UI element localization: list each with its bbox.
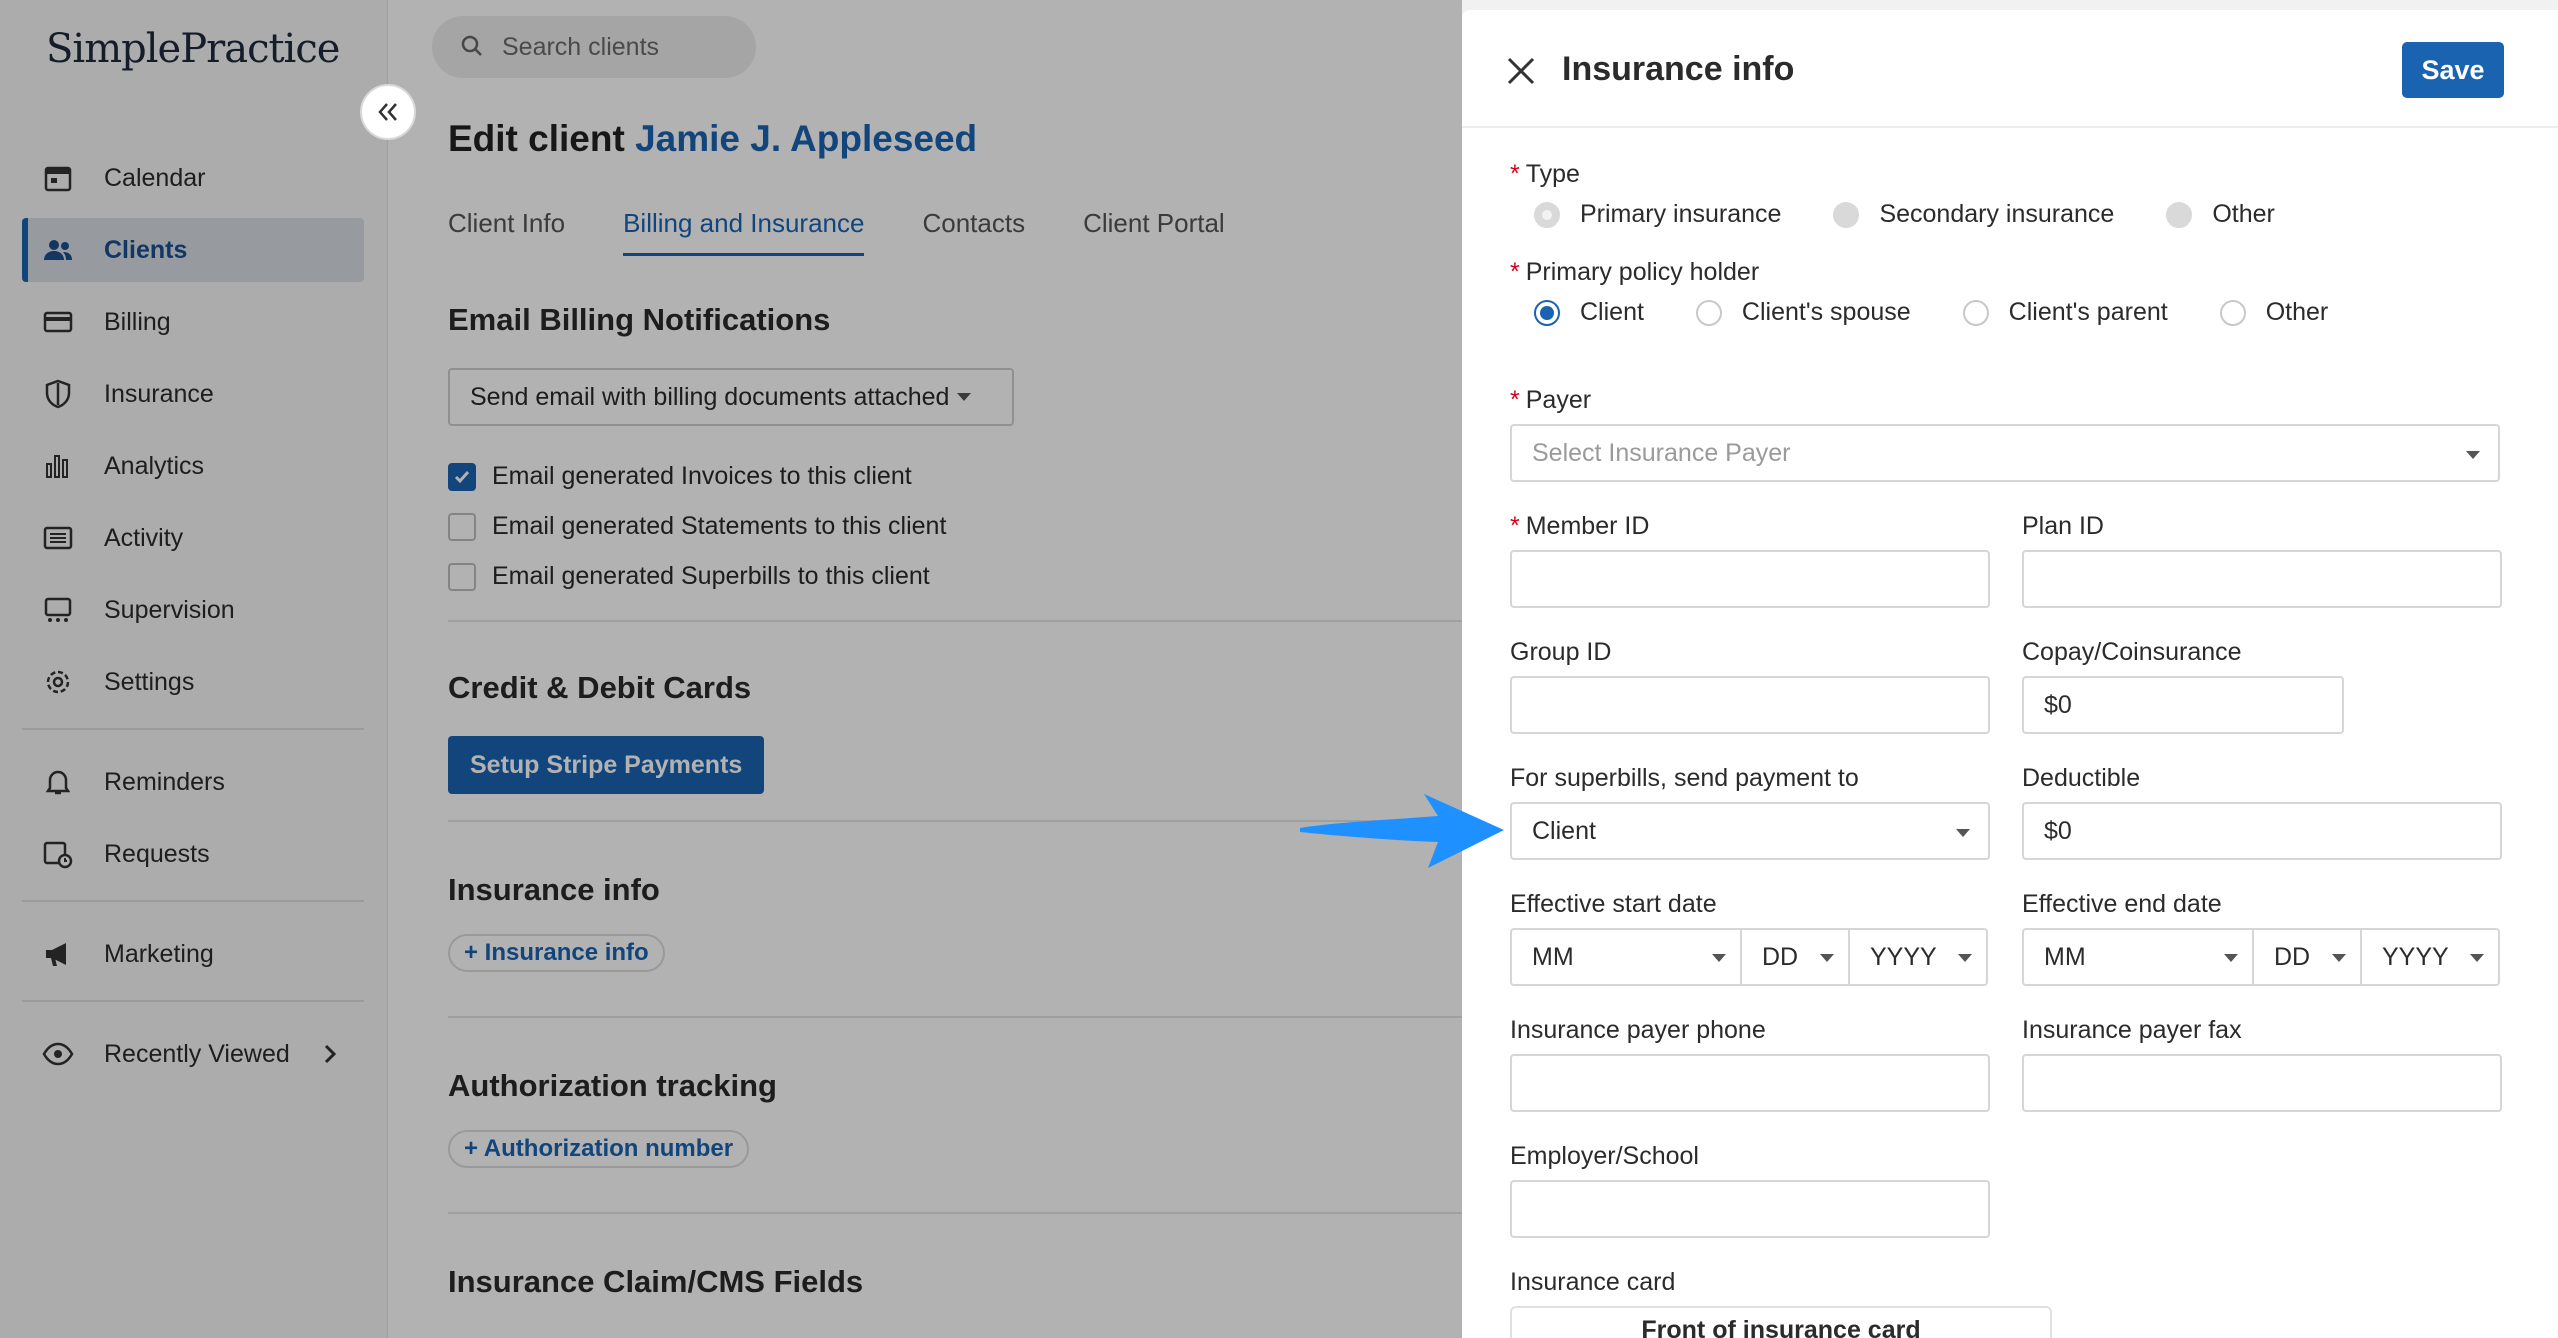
front-card-upload[interactable]: Front of insurance card bbox=[1510, 1306, 2052, 1338]
end-day-select[interactable]: DD bbox=[2254, 930, 2362, 984]
caret-down-icon bbox=[1956, 829, 1970, 837]
radio-holder-parent[interactable]: Client's parent bbox=[1962, 298, 2168, 327]
required-marker: * bbox=[1510, 386, 1520, 414]
member-id-label: * Member ID bbox=[1510, 512, 1649, 541]
start-date-picker: MM DD YYYY bbox=[1510, 928, 1988, 986]
radio-holder-spouse[interactable]: Client's spouse bbox=[1695, 298, 1911, 327]
radio-holder-client[interactable]: Client bbox=[1534, 298, 1644, 327]
start-month-select[interactable]: MM bbox=[1512, 930, 1742, 984]
radio-label: Primary insurance bbox=[1580, 200, 1782, 228]
employer-label: Employer/School bbox=[1510, 1142, 1699, 1170]
radio-holder-other[interactable]: Other bbox=[2219, 298, 2329, 327]
caret-down-icon bbox=[1712, 954, 1726, 962]
superbill-payment-value: Client bbox=[1532, 816, 1596, 845]
radio-label: Other bbox=[2212, 200, 2275, 228]
radio-button[interactable] bbox=[1962, 299, 1989, 326]
superbill-payment-select[interactable]: Client bbox=[1510, 802, 1990, 860]
superbill-label: For superbills, send payment to bbox=[1510, 764, 1859, 792]
end-date-picker: MM DD YYYY bbox=[2022, 928, 2500, 986]
radio-label: Client bbox=[1580, 298, 1644, 326]
copay-field[interactable]: $0 bbox=[2022, 676, 2344, 734]
radio-button[interactable] bbox=[2166, 201, 2193, 228]
day-value: DD bbox=[1762, 942, 1799, 971]
copay-label: Copay/Coinsurance bbox=[2022, 638, 2242, 666]
month-value: MM bbox=[1532, 942, 1574, 971]
required-marker: * bbox=[1510, 258, 1520, 286]
caret-down-icon bbox=[2224, 954, 2238, 962]
caret-down-icon bbox=[2332, 954, 2346, 962]
save-button[interactable]: Save bbox=[2402, 42, 2504, 98]
caret-down-icon bbox=[1958, 954, 1972, 962]
type-radio-group: Primary insurance Secondary insurance Ot… bbox=[1534, 200, 2327, 229]
radio-button[interactable] bbox=[1695, 299, 1722, 326]
radio-label: Client's spouse bbox=[1741, 298, 1911, 326]
end-month-select[interactable]: MM bbox=[2024, 930, 2254, 984]
radio-label: Other bbox=[2265, 298, 2329, 326]
day-value: DD bbox=[2274, 942, 2311, 971]
radio-primary-insurance[interactable]: Primary insurance bbox=[1534, 200, 1781, 229]
payer-label-text: Payer bbox=[1525, 386, 1592, 414]
collapse-sidebar-button[interactable] bbox=[360, 84, 416, 140]
radio-other-type[interactable]: Other bbox=[2166, 200, 2275, 229]
required-marker: * bbox=[1510, 160, 1520, 188]
policy-holder-radio-group: Client Client's spouse Client's parent O… bbox=[1534, 298, 2380, 327]
chevrons-left-icon bbox=[378, 103, 397, 121]
caret-down-icon bbox=[2470, 954, 2484, 962]
radio-secondary-insurance[interactable]: Secondary insurance bbox=[1833, 200, 2114, 229]
radio-button[interactable] bbox=[2219, 299, 2246, 326]
member-id-label-text: Member ID bbox=[1525, 512, 1650, 540]
plan-id-label: Plan ID bbox=[2022, 512, 2104, 540]
member-id-field[interactable] bbox=[1510, 550, 1990, 608]
end-date-label: Effective end date bbox=[2022, 890, 2222, 918]
year-value: YYYY bbox=[2382, 942, 2449, 971]
payer-phone-label: Insurance payer phone bbox=[1510, 1016, 1766, 1044]
plan-id-field[interactable] bbox=[2022, 550, 2502, 608]
start-year-select[interactable]: YYYY bbox=[1850, 930, 1986, 984]
insurance-info-drawer: Insurance info Save * Type Primary insura… bbox=[1462, 10, 2558, 1338]
radio-label: Secondary insurance bbox=[1879, 200, 2115, 228]
arrow-annotation-icon bbox=[1300, 794, 1504, 868]
payer-select[interactable]: Select Insurance Payer bbox=[1510, 424, 2500, 482]
payer-fax-label: Insurance payer fax bbox=[2022, 1016, 2242, 1044]
policy-holder-label-text: Primary policy holder bbox=[1525, 258, 1760, 286]
deductible-label: Deductible bbox=[2022, 764, 2141, 792]
radio-label: Client's parent bbox=[2008, 298, 2168, 326]
drawer-title: Insurance info bbox=[1562, 50, 1795, 88]
radio-button[interactable] bbox=[1833, 201, 1860, 228]
close-icon[interactable] bbox=[1504, 54, 1538, 88]
drawer-header: Insurance info Save bbox=[1462, 10, 2558, 128]
group-id-field[interactable] bbox=[1510, 676, 1990, 734]
end-year-select[interactable]: YYYY bbox=[2362, 930, 2498, 984]
policy-holder-label: * Primary policy holder bbox=[1510, 258, 1759, 287]
insurance-card-label: Insurance card bbox=[1510, 1268, 1676, 1296]
year-value: YYYY bbox=[1870, 942, 1937, 971]
start-date-label: Effective start date bbox=[1510, 890, 1717, 918]
payer-label: * Payer bbox=[1510, 386, 1591, 415]
radio-button[interactable] bbox=[1534, 299, 1560, 326]
payer-fax-field[interactable] bbox=[2022, 1054, 2502, 1112]
caret-down-icon bbox=[2466, 451, 2480, 459]
month-value: MM bbox=[2044, 942, 2086, 971]
payer-phone-field[interactable] bbox=[1510, 1054, 1990, 1112]
payer-placeholder: Select Insurance Payer bbox=[1532, 438, 1791, 467]
start-day-select[interactable]: DD bbox=[1742, 930, 1850, 984]
modal-backdrop[interactable] bbox=[0, 0, 1462, 1338]
type-label: * Type bbox=[1510, 160, 1580, 189]
employer-field[interactable] bbox=[1510, 1180, 1990, 1238]
required-marker: * bbox=[1510, 512, 1520, 540]
deductible-field[interactable]: $0 bbox=[2022, 802, 2502, 860]
group-id-label: Group ID bbox=[1510, 638, 1612, 666]
type-label-text: Type bbox=[1525, 160, 1580, 188]
radio-button[interactable] bbox=[1534, 201, 1560, 228]
caret-down-icon bbox=[1820, 954, 1834, 962]
